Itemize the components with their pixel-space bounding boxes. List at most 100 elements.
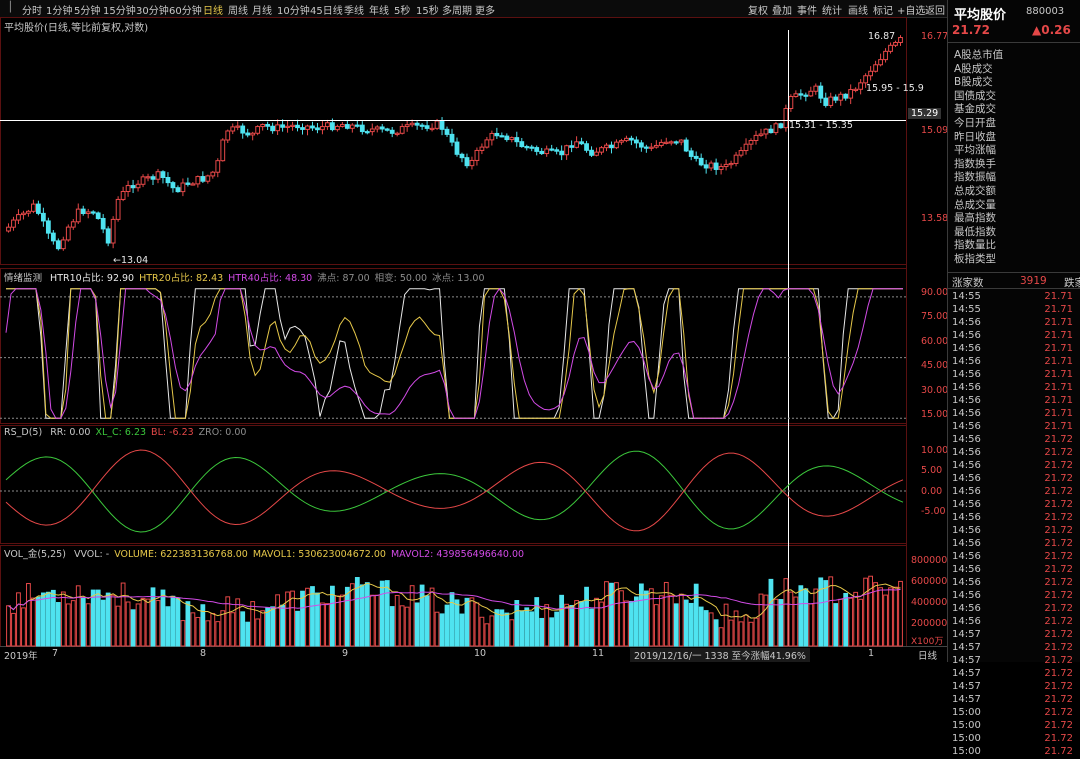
candle-body	[718, 166, 724, 170]
volume-axis-label: 400000	[911, 597, 948, 608]
volume-bar	[409, 585, 415, 647]
candle-body	[768, 128, 774, 134]
volume-bar	[125, 601, 131, 647]
candle-body	[883, 50, 888, 61]
volume-bar	[210, 612, 216, 647]
volume-bar	[364, 582, 370, 647]
volume-bar	[599, 601, 604, 647]
candle-body	[220, 139, 226, 162]
tick-time: 15:00	[952, 707, 981, 718]
htr-indicator-name[interactable]: 情绪监测	[4, 273, 42, 284]
volume-bar	[349, 583, 355, 647]
volume-bar	[140, 597, 146, 647]
tick-price: 21.72	[1044, 629, 1073, 640]
volume-bar	[504, 612, 510, 647]
tick-price: 21.72	[1044, 525, 1073, 536]
volume-bar	[115, 605, 121, 647]
volume-bar	[703, 610, 709, 647]
rsd-indicator-name[interactable]: RS_D(5)	[4, 427, 42, 438]
volume-bar	[459, 613, 465, 647]
kline-chart[interactable]	[0, 0, 947, 662]
candle-body	[295, 124, 300, 129]
volume-bar	[31, 597, 36, 647]
candle-body	[738, 150, 744, 156]
tick-row: 14:56 21.71	[952, 330, 1077, 343]
indicator-value: HTR20占比: 82.43	[139, 273, 224, 284]
volume-bar	[798, 585, 804, 647]
indicator-value: 冰点: 13.00	[432, 273, 485, 284]
last-price: 21.72	[952, 23, 990, 37]
volume-bar	[828, 576, 834, 647]
rsd-axis-label: 0.00	[921, 486, 943, 497]
candle-body	[359, 124, 365, 133]
volume-bar	[788, 591, 794, 647]
date-axis-label: 11	[592, 648, 605, 659]
volume-bar	[823, 580, 829, 647]
volume-bar	[554, 611, 560, 647]
volume-bar	[40, 592, 46, 647]
candle-body	[40, 212, 46, 222]
candle-body	[633, 139, 639, 144]
candle-body	[80, 208, 86, 215]
candle-body	[424, 125, 430, 129]
volume-bar	[85, 603, 91, 647]
volume-bar	[389, 606, 395, 647]
period-label[interactable]: 日线	[918, 648, 937, 662]
volume-bar	[653, 604, 659, 647]
volume-bar	[300, 590, 305, 647]
volume-bar	[404, 606, 410, 647]
tick-time: 14:56	[952, 603, 981, 614]
candle-body	[514, 137, 520, 143]
volume-unit: X100万	[911, 637, 944, 647]
candle-body	[35, 203, 41, 214]
candle-body	[728, 162, 734, 166]
tick-row: 14:57 21.72	[952, 681, 1077, 694]
tick-price: 21.71	[1044, 382, 1073, 393]
tick-row: 14:56 21.72	[952, 499, 1077, 512]
volume-bar	[195, 616, 201, 647]
indicator-value: HTR40占比: 48.30	[228, 273, 313, 284]
volume-bar	[873, 582, 878, 647]
candle-body	[863, 75, 869, 84]
volume-bar	[753, 617, 759, 647]
candle-body	[469, 159, 475, 167]
candle-body	[120, 191, 126, 200]
volume-bar	[544, 604, 550, 647]
volume-bar	[175, 598, 181, 647]
volume-bar	[808, 603, 814, 647]
vol-legend: VOL_金(5,25) VVOL: - VOLUME: 622383136768.…	[4, 546, 534, 560]
volume-bar	[678, 593, 684, 647]
candle-body	[484, 139, 490, 148]
volume-bar	[454, 599, 460, 647]
htr40-line	[5, 287, 903, 419]
volume-bar	[220, 610, 226, 647]
tick-time: 14:56	[952, 486, 981, 497]
tick-price: 21.72	[1044, 577, 1073, 588]
tick-time: 14:56	[952, 577, 981, 588]
candle-body	[75, 208, 81, 223]
volume-bar	[155, 600, 161, 647]
candle-body	[115, 198, 121, 220]
tick-row: 14:56 21.71	[952, 395, 1077, 408]
tick-time: 14:56	[952, 551, 981, 562]
date-axis-label: 9	[342, 648, 349, 659]
tick-row: 14:55 21.71	[952, 291, 1077, 304]
vol-indicator-name[interactable]: VOL_金(5,25)	[4, 549, 66, 560]
tick-row: 14:56 21.71	[952, 369, 1077, 382]
candle-body	[414, 122, 420, 126]
candle-body	[539, 150, 545, 155]
volume-bar	[509, 619, 515, 647]
tick-price: 21.71	[1044, 408, 1073, 419]
tick-row: 14:57 21.72	[952, 642, 1077, 655]
candle-body	[648, 146, 654, 149]
candle-body	[334, 125, 340, 131]
quote-field[interactable]: 板指类型	[954, 251, 996, 266]
tick-row: 14:56 21.72	[952, 434, 1077, 447]
candle-body	[643, 146, 649, 149]
htr-axis-label: 45.00	[921, 360, 949, 371]
tick-time: 14:57	[952, 668, 981, 679]
volume-bar	[514, 600, 520, 647]
tick-row: 15:00 21.72	[952, 733, 1077, 746]
candle-body	[449, 133, 455, 143]
volume-bar	[429, 587, 435, 647]
